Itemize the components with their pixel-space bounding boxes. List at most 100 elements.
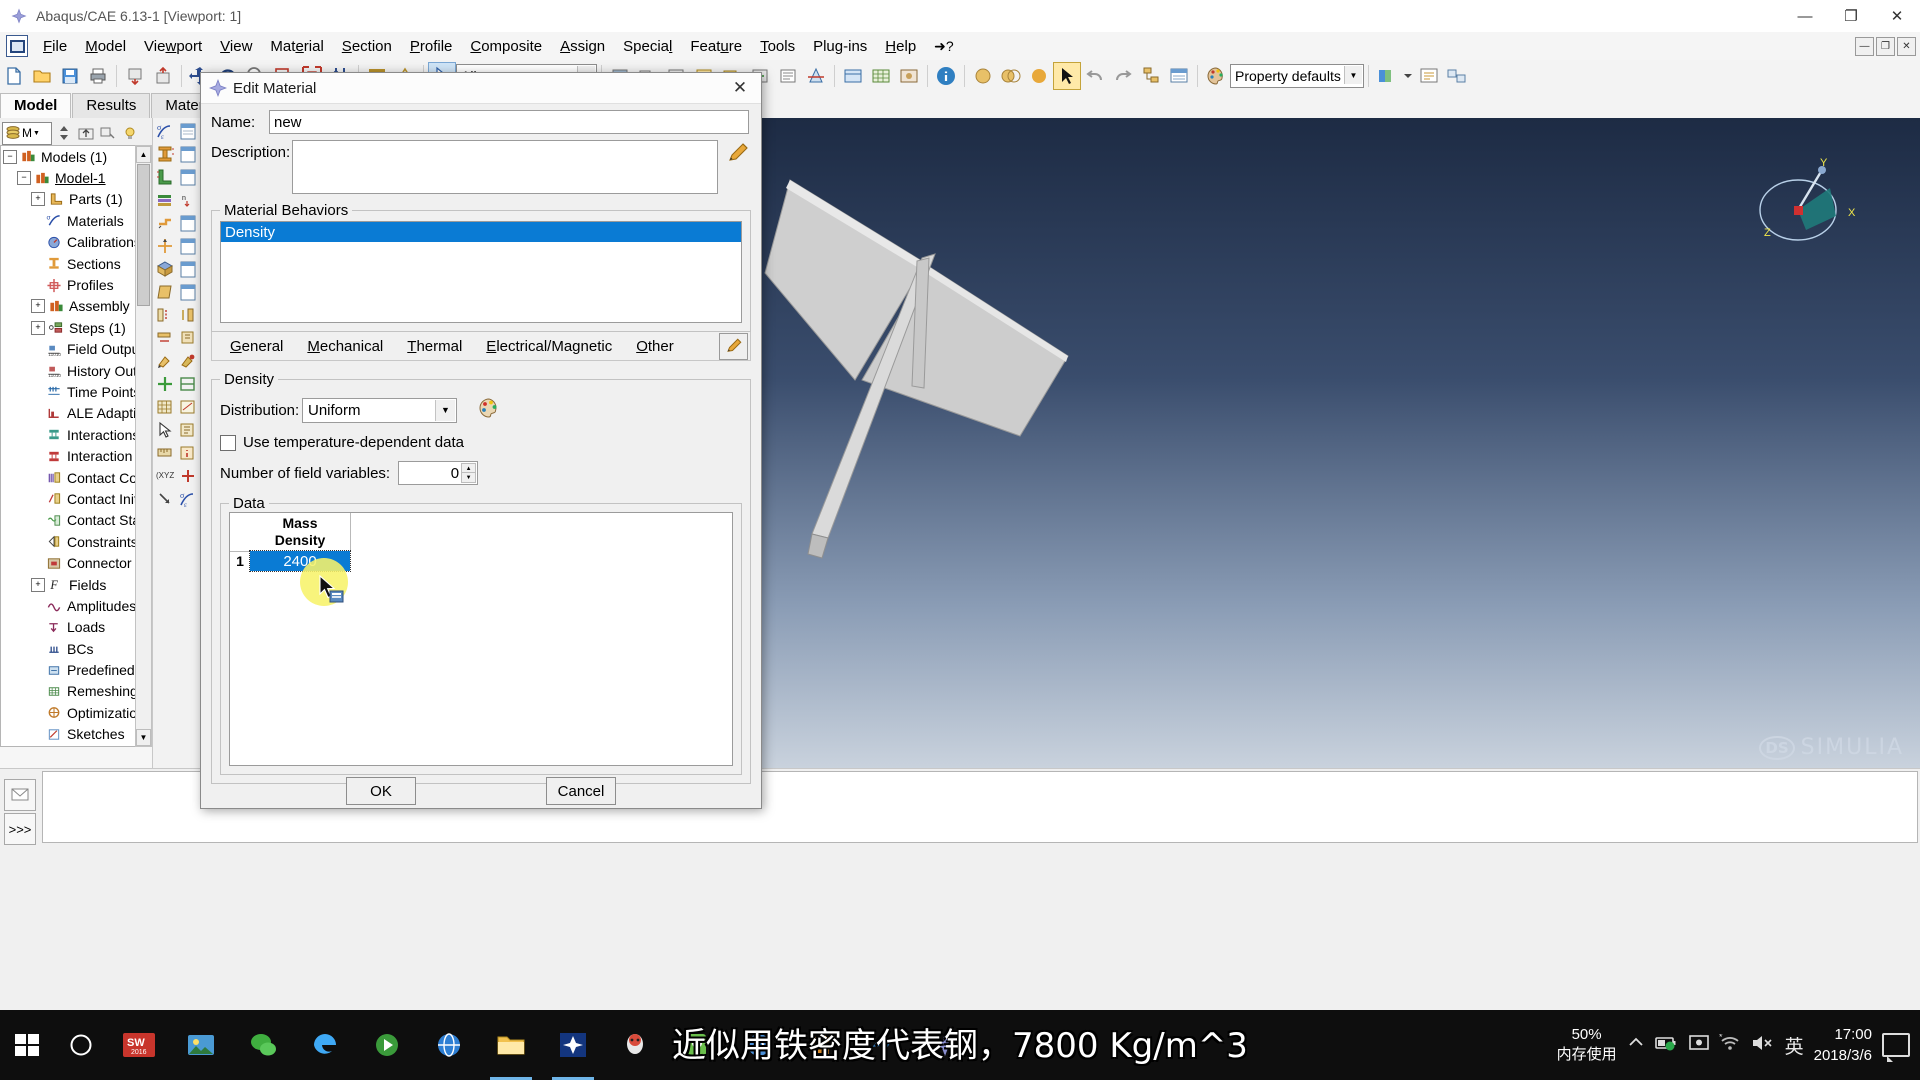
material-paint-icon[interactable] (155, 350, 176, 371)
tray-expand-chevron-icon[interactable] (1627, 1034, 1645, 1057)
tree-node-steps-1[interactable]: + Steps (1) (1, 317, 137, 338)
table-header-mass-density[interactable]: Mass Density (250, 513, 351, 552)
group-list-icon[interactable] (775, 63, 801, 89)
display-icon[interactable] (1688, 1034, 1709, 1057)
tree-node-optimization-tasks[interactable]: Optimization Tasks (1, 702, 137, 723)
tree-node-constraints[interactable]: Constraints (1, 531, 137, 552)
create-datum-icon[interactable] (155, 373, 176, 394)
model-tree[interactable]: − Models (1) − Model-1 + Parts (1) σ Materials C… (0, 145, 138, 747)
view-iso-icon[interactable] (998, 63, 1024, 89)
color-code-icon[interactable] (1374, 63, 1400, 89)
section-mgr4-icon[interactable] (178, 212, 199, 233)
set-manager-icon[interactable] (178, 419, 199, 440)
mdi-restore-button[interactable]: ❐ (1876, 36, 1895, 56)
tree-node-parts-1[interactable]: + Parts (1) (1, 189, 137, 210)
minimize-button[interactable]: — (1782, 0, 1828, 32)
menu-composite[interactable]: Composite (461, 35, 551, 58)
taskbar-app-matlab[interactable] (852, 1010, 914, 1080)
tree-node-profiles[interactable]: Profiles (1, 274, 137, 295)
expand-icon[interactable]: + (31, 320, 45, 335)
section-manager-icon[interactable] (178, 120, 199, 141)
tree-node-fields[interactable]: + F Fields (1, 574, 137, 595)
edit-description-pencil-icon[interactable] (726, 140, 751, 166)
mesh-module-icon[interactable] (868, 63, 894, 89)
chevron-down-icon[interactable]: ▼ (33, 130, 40, 137)
menu-profile[interactable]: Profile (401, 35, 462, 58)
tree-up-level-icon[interactable] (76, 123, 96, 143)
tree-node-time-points[interactable]: Time Points (1, 381, 137, 402)
tree-node-interaction-properties[interactable]: Interaction Properties (1, 445, 137, 466)
ime-language-indicator[interactable]: 英 (1785, 1032, 1804, 1059)
tree-updown-icon[interactable] (54, 123, 74, 143)
expand-icon[interactable]: + (31, 299, 45, 314)
query-arrow-icon[interactable] (1053, 62, 1081, 90)
property-defaults-combo[interactable]: Property defaults ▼ (1230, 64, 1364, 88)
kernel-command-icon[interactable]: >>> (4, 813, 36, 845)
redo-icon[interactable] (1110, 63, 1136, 89)
section-mgr2-icon[interactable] (178, 143, 199, 164)
maximize-button[interactable]: ❐ (1828, 0, 1874, 32)
stepper-down-icon[interactable]: ▼ (461, 472, 477, 483)
viewport-linking-icon[interactable] (1444, 63, 1470, 89)
shell-plate-icon[interactable] (155, 281, 176, 302)
cancel-button[interactable]: Cancel (546, 777, 616, 805)
tree-vertical-scrollbar[interactable]: ▲ ▼ (135, 145, 152, 747)
tab-thermal[interactable]: Thermal (395, 336, 474, 357)
use-temperature-dependent-checkbox[interactable] (220, 434, 236, 451)
results-tree-icon[interactable] (1166, 63, 1192, 89)
taskbar-app-abaqus[interactable] (542, 1010, 604, 1080)
scroll-down-icon[interactable]: ▼ (136, 729, 151, 746)
i-section-icon[interactable] (155, 143, 176, 164)
cortana-circle-icon[interactable] (54, 1010, 108, 1080)
chevron-down-icon[interactable]: ▼ (1344, 66, 1362, 84)
tree-node-remeshing-rules[interactable]: Remeshing Rules (1, 681, 137, 702)
taskbar-app-photos[interactable] (170, 1010, 232, 1080)
part-module-icon[interactable] (840, 63, 866, 89)
tree-node-ale-adaptive-mesh-constraints[interactable]: ALE Adaptive Mesh Constraints (1, 403, 137, 424)
export-icon[interactable] (150, 63, 176, 89)
taskbar-app-abaqus-cae[interactable] (914, 1010, 976, 1080)
model-tree-icon[interactable] (1138, 63, 1164, 89)
new-file-icon[interactable] (1, 63, 27, 89)
message-area-icon[interactable] (4, 779, 36, 811)
measure-icon[interactable] (155, 442, 176, 463)
tree-node-field-output-requests[interactable]: 11010 Field Output Requests (1, 339, 137, 360)
assign-section-icon[interactable] (155, 304, 176, 325)
menu-viewport[interactable]: Viewport (135, 35, 211, 58)
tab-model[interactable]: Model (0, 93, 72, 118)
undo-icon[interactable] (1082, 63, 1108, 89)
sigma-epsilon-icon[interactable]: σε (155, 120, 176, 141)
taskbar-app-browser[interactable] (418, 1010, 480, 1080)
wifi-icon[interactable]: * (1719, 1032, 1741, 1057)
menu-tools[interactable]: Tools (751, 35, 804, 58)
section-mgr6-icon[interactable] (178, 258, 199, 279)
windows-start-icon[interactable] (0, 1010, 54, 1080)
assign-orient-icon[interactable] (178, 304, 199, 325)
view-shade-icon[interactable] (1026, 63, 1052, 89)
mesh-seed-icon[interactable]: n (178, 189, 199, 210)
tab-results[interactable]: Results (72, 93, 151, 118)
sigma-epsilon-icon[interactable]: σε (178, 488, 199, 509)
expand-icon[interactable]: + (31, 577, 45, 592)
menu-help[interactable]: Help (876, 35, 925, 58)
material-behaviors-list[interactable]: Density (220, 221, 742, 323)
l-section-icon[interactable] (155, 166, 176, 187)
print-icon[interactable] (85, 63, 111, 89)
open-file-icon[interactable] (29, 63, 55, 89)
table-cell-density-value[interactable]: 2400 (249, 550, 351, 572)
menu-view[interactable]: View (211, 35, 261, 58)
save-icon[interactable] (57, 63, 83, 89)
material-description-input[interactable] (291, 140, 718, 194)
taskbar-app-wechat[interactable] (232, 1010, 294, 1080)
menu-material[interactable]: Material (261, 35, 332, 58)
point-arrow-icon[interactable] (155, 488, 176, 509)
tree-node-contact-stabilizations[interactable]: Contact Stabilizations (1, 510, 137, 531)
notification-icon[interactable] (1882, 1033, 1910, 1062)
xyz-coord-icon[interactable]: (XYZ) (155, 465, 176, 486)
beam-section-icon[interactable] (155, 327, 176, 348)
tab-mechanical[interactable]: Mechanical (295, 336, 395, 357)
tree-node-models-1[interactable]: − Models (1) (1, 146, 137, 167)
tree-node-contact-controls[interactable]: Contact Controls (1, 467, 137, 488)
menu-assign[interactable]: Assign (551, 35, 614, 58)
datum-csys-icon[interactable] (155, 235, 176, 256)
